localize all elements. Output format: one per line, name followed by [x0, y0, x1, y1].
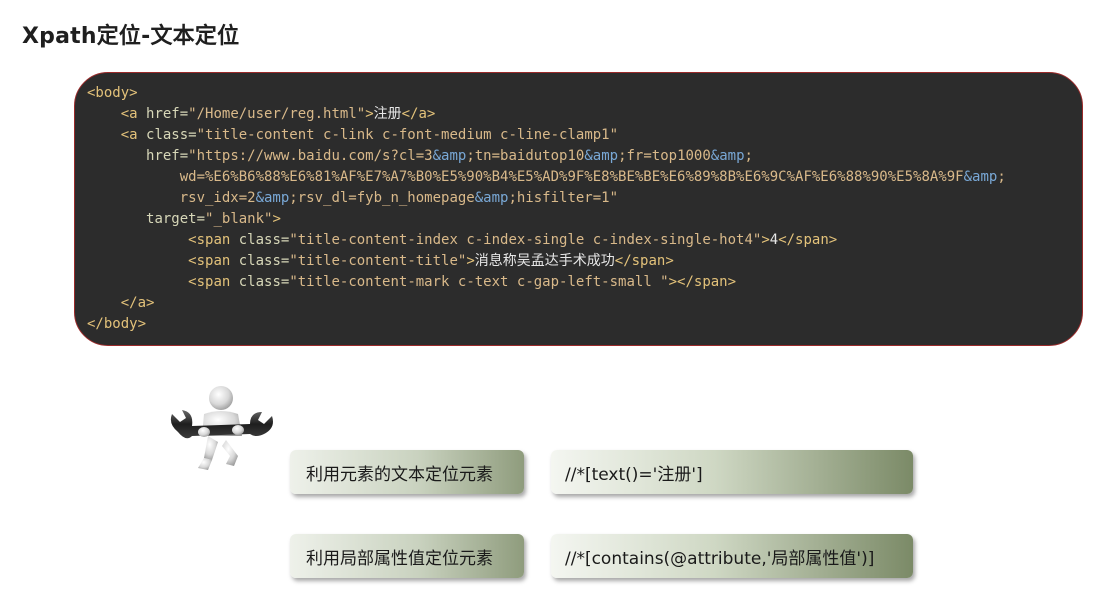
code-token: "title-content c-link c-font-medium c-li… — [196, 127, 619, 143]
code-token: <span — [188, 274, 239, 290]
code-token: </span> — [614, 253, 674, 269]
code-token: rsv_idx=2 — [179, 190, 256, 206]
label-partial-attr-locate: 利用局部属性值定位元素 — [290, 534, 524, 578]
code-token: ; — [744, 148, 753, 164]
code-block: <body> <a href="/Home/user/reg.html">注册<… — [74, 72, 1083, 346]
code-token: ;rsv_dl=fyb_n_homepage — [289, 190, 475, 206]
code-token: > — [272, 211, 281, 227]
code-line: wd=%E6%B6%88%E6%81%AF%E7%A7%B0%E5%90%B4%… — [87, 169, 1006, 185]
code-line: <span class="title-content-index c-index… — [87, 232, 837, 248]
xpath-text-locate: //*[text()='注册'] — [551, 450, 913, 494]
code-token: </span> — [778, 232, 838, 248]
code-token: ; — [997, 169, 1006, 185]
code-token: <body> — [87, 85, 138, 101]
code-token: class= — [238, 232, 290, 248]
code-token: href= — [146, 106, 189, 122]
code-token: <span — [188, 232, 239, 248]
code-token: 消息称吴孟达手术成功 — [474, 253, 615, 269]
code-token: "https://www.baidu.com/s?cl=3 — [188, 148, 433, 164]
code-token: href= — [146, 148, 189, 164]
code-line: rsv_idx=2&amp;rsv_dl=fyb_n_homepage&amp;… — [87, 190, 618, 206]
code-line: <a href="/Home/user/reg.html">注册</a> — [87, 106, 436, 122]
code-token: </a> — [401, 106, 436, 122]
code-token: "_blank" — [205, 211, 273, 227]
code-line: <span class="title-content-title">消息称吴孟达… — [87, 253, 674, 269]
code-token: <a — [120, 127, 147, 143]
code-line: <a class="title-content c-link c-font-me… — [87, 127, 618, 143]
code-token: 注册 — [373, 106, 402, 122]
code-token: "title-content-title" — [289, 253, 467, 269]
label-text-locate: 利用元素的文本定位元素 — [290, 450, 524, 494]
code-token: > — [466, 253, 475, 269]
code-token: class= — [238, 253, 290, 269]
code-token: ;hisfilter=1" — [508, 190, 619, 206]
xpath-partial-attr-locate: //*[contains(@attribute,'局部属性值')] — [551, 534, 913, 578]
code-token: &amp — [255, 190, 290, 206]
code-token: ;tn=baidutop10 — [466, 148, 585, 164]
code-line: <body> — [87, 85, 138, 101]
person-with-wrench-icon — [164, 384, 278, 484]
code-line: target="_blank"> — [87, 211, 281, 227]
code-token: "title-content-index c-index-single c-in… — [289, 232, 762, 248]
code-token: &amp — [584, 148, 619, 164]
code-token: ;fr=top1000 — [618, 148, 711, 164]
code-token: target= — [146, 211, 206, 227]
code-token: &amp — [432, 148, 467, 164]
code-token: > — [761, 232, 770, 248]
code-line: </a> — [87, 295, 155, 311]
code-token: 4 — [769, 232, 779, 248]
code-token: > — [365, 106, 374, 122]
code-token: <span — [188, 253, 239, 269]
code-line: <span class="title-content-mark c-text c… — [87, 274, 736, 290]
html-code: <body> <a href="/Home/user/reg.html">注册<… — [87, 83, 1006, 335]
code-token: class= — [146, 127, 197, 143]
code-token: "title-content-mark c-text c-gap-left-sm… — [289, 274, 669, 290]
code-token: &amp — [710, 148, 745, 164]
code-token: </a> — [120, 295, 155, 311]
code-token: "/Home/user/reg.html" — [188, 106, 366, 122]
code-token: wd=%E6%B6%88%E6%81%AF%E7%A7%B0%E5%90%B4%… — [179, 169, 964, 185]
code-line: href="https://www.baidu.com/s?cl=3&amp;t… — [87, 148, 753, 164]
code-token: ></span> — [668, 274, 737, 290]
code-token: <a — [120, 106, 147, 122]
slide-title: Xpath定位-文本定位 — [22, 24, 240, 49]
code-token: &amp — [474, 190, 509, 206]
code-line: </body> — [87, 316, 146, 332]
code-token: </body> — [87, 316, 147, 332]
code-token: class= — [238, 274, 290, 290]
code-token: &amp — [963, 169, 998, 185]
